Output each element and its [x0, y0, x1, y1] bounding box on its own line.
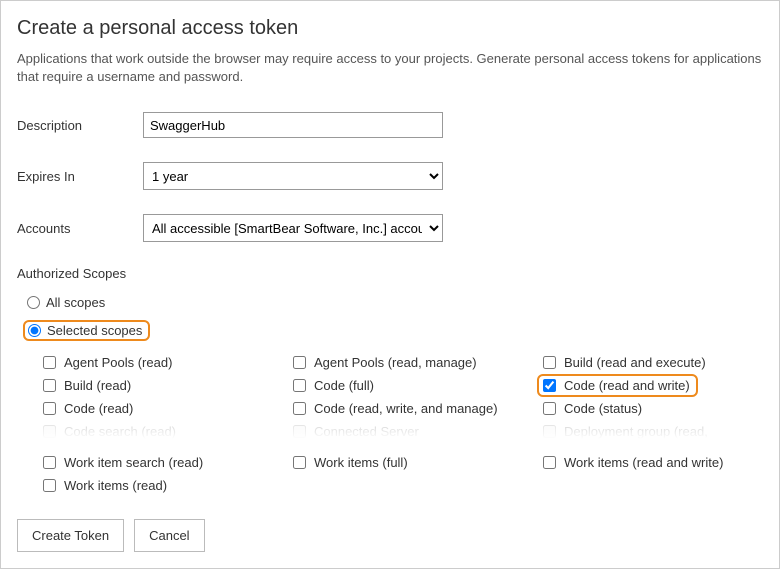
field-accounts: Accounts All accessible [SmartBear Softw…: [17, 214, 763, 242]
checkbox-deployment-group-read: [543, 425, 556, 438]
checkbox-build-read[interactable]: [43, 379, 56, 392]
scope-code-read-write-manage[interactable]: Code (read, write, and manage): [293, 401, 543, 416]
field-expires: Expires In 1 year: [17, 162, 763, 190]
scope-build-read[interactable]: Build (read): [43, 378, 293, 393]
checkbox-code-status[interactable]: [543, 402, 556, 415]
scope-connected-server: Connected Server: [293, 424, 543, 439]
scope-work-items-read[interactable]: Work items (read): [43, 478, 293, 493]
cancel-button[interactable]: Cancel: [134, 519, 204, 552]
scope-code-search-read: Code search (read): [43, 424, 293, 439]
scopes-radio-group: All scopes Selected scopes: [23, 293, 763, 343]
scope-agent-pools-read[interactable]: Agent Pools (read): [43, 355, 293, 370]
create-pat-panel: Create a personal access token Applicati…: [0, 0, 780, 569]
checkbox-build-read-execute[interactable]: [543, 356, 556, 369]
scope-work-item-search-read[interactable]: Work item search (read): [43, 455, 293, 470]
checkbox-code-read-write[interactable]: [543, 379, 556, 392]
authorized-scopes-label: Authorized Scopes: [17, 266, 763, 281]
checkbox-code-read[interactable]: [43, 402, 56, 415]
description-label: Description: [17, 118, 143, 133]
scope-build-read-execute[interactable]: Build (read and execute): [543, 355, 763, 370]
checkbox-work-items-full[interactable]: [293, 456, 306, 469]
description-input[interactable]: [143, 112, 443, 138]
highlight-code-read-write: Code (read and write): [537, 374, 698, 397]
checkbox-work-item-search-read[interactable]: [43, 456, 56, 469]
checkbox-code-full[interactable]: [293, 379, 306, 392]
checkbox-work-items-read[interactable]: [43, 479, 56, 492]
scope-agent-pools-read-manage[interactable]: Agent Pools (read, manage): [293, 355, 543, 370]
radio-all-scopes[interactable]: [27, 296, 40, 309]
radio-selected-scopes-label: Selected scopes: [47, 323, 142, 338]
expires-label: Expires In: [17, 169, 143, 184]
checkbox-work-items-read-write[interactable]: [543, 456, 556, 469]
scopes-grid: Agent Pools (read) Agent Pools (read, ma…: [43, 355, 763, 493]
checkbox-code-read-write-manage[interactable]: [293, 402, 306, 415]
button-row: Create Token Cancel: [17, 519, 205, 552]
radio-selected-scopes-row[interactable]: Selected scopes: [23, 318, 763, 343]
field-description: Description: [17, 112, 763, 138]
intro-text: Applications that work outside the brows…: [17, 50, 763, 86]
scope-deployment-group-read: Deployment group (read,: [543, 424, 763, 439]
scope-code-status[interactable]: Code (status): [543, 401, 763, 416]
accounts-label: Accounts: [17, 221, 143, 236]
scope-code-read[interactable]: Code (read): [43, 401, 293, 416]
scope-code-read-write[interactable]: Code (read and write): [543, 378, 763, 393]
radio-selected-scopes[interactable]: [28, 324, 41, 337]
radio-all-scopes-row[interactable]: All scopes: [23, 293, 763, 312]
checkbox-agent-pools-read-manage[interactable]: [293, 356, 306, 369]
scope-work-items-full[interactable]: Work items (full): [293, 455, 543, 470]
checkbox-agent-pools-read[interactable]: [43, 356, 56, 369]
radio-all-scopes-label: All scopes: [46, 295, 105, 310]
create-token-button[interactable]: Create Token: [17, 519, 124, 552]
expires-select[interactable]: 1 year: [143, 162, 443, 190]
highlight-selected-scopes: Selected scopes: [23, 320, 150, 341]
accounts-select[interactable]: All accessible [SmartBear Software, Inc.…: [143, 214, 443, 242]
scope-work-items-read-write[interactable]: Work items (read and write): [543, 455, 763, 470]
checkbox-connected-server: [293, 425, 306, 438]
page-title: Create a personal access token: [17, 17, 763, 40]
checkbox-code-search-read: [43, 425, 56, 438]
scope-code-full[interactable]: Code (full): [293, 378, 543, 393]
